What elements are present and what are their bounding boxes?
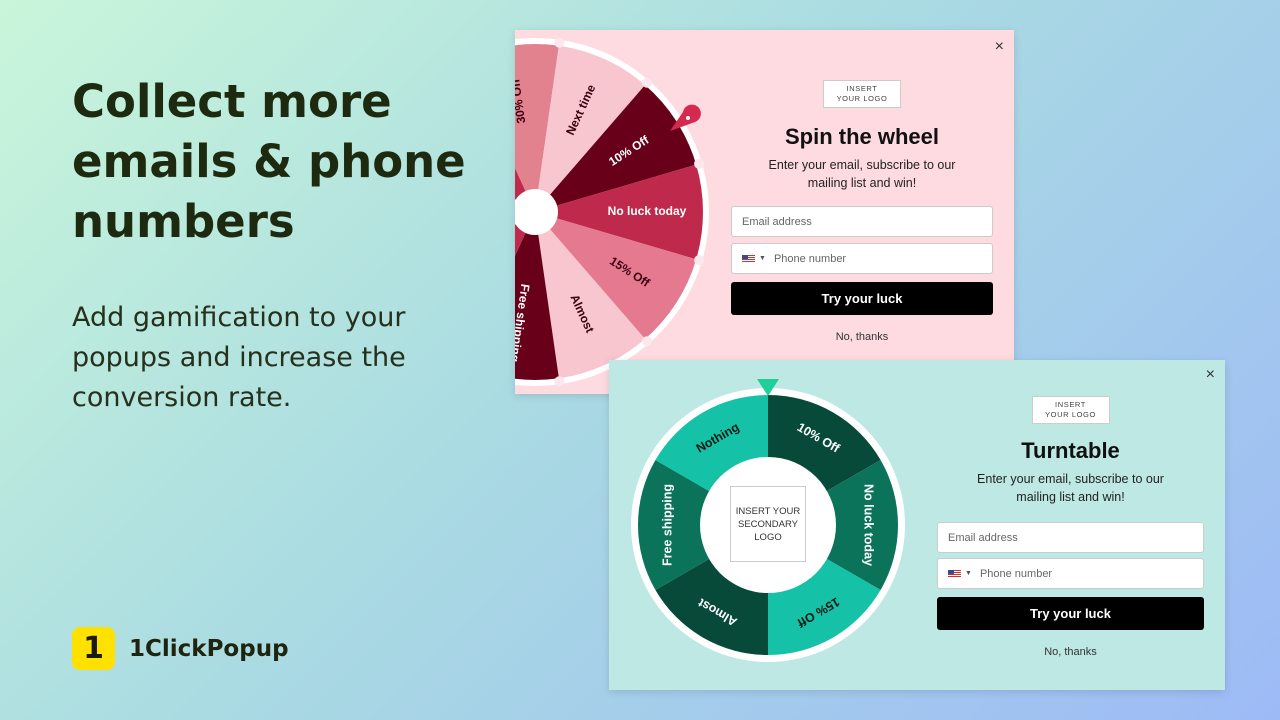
no-thanks-link[interactable]: No, thanks xyxy=(1044,646,1097,658)
wheel-peg xyxy=(694,158,705,169)
wheel-label: No luck today xyxy=(862,484,876,566)
pointer-dot xyxy=(686,116,690,120)
wheel-peg xyxy=(694,255,705,266)
turntable-popup: 10% Off No luck today 15% Off Almost Free sh… xyxy=(609,360,1225,690)
us-flag-icon[interactable] xyxy=(948,569,961,578)
us-flag-icon[interactable] xyxy=(742,254,755,263)
no-thanks-link[interactable]: No, thanks xyxy=(836,331,889,343)
logo-placeholder: INSERT YOUR LOGO xyxy=(823,80,901,108)
wheel-peg xyxy=(641,77,652,88)
brand-name: 1ClickPopup xyxy=(129,635,289,662)
caret-down-icon[interactable]: ▼ xyxy=(965,570,972,577)
popup-title: Spin the wheel xyxy=(784,124,940,149)
wheel-peg xyxy=(641,336,652,347)
logo-placeholder: INSERT YOUR LOGO xyxy=(1031,396,1110,424)
phone-placeholder: Phone number xyxy=(979,567,1053,580)
close-icon[interactable]: × xyxy=(995,38,1004,56)
email-input[interactable]: Email address xyxy=(731,206,993,237)
caret-down-icon[interactable]: ▼ xyxy=(759,255,766,262)
phone-placeholder: Phone number xyxy=(773,252,847,265)
email-input[interactable]: Email address xyxy=(937,522,1204,553)
wheel-label: No luck today xyxy=(608,204,687,218)
phone-input[interactable]: ▼ Phone number xyxy=(731,243,993,274)
try-your-luck-button[interactable]: Try your luck xyxy=(731,282,993,315)
headline: Collect more emails & phone numbers xyxy=(72,75,466,248)
wheel-peg xyxy=(554,37,565,48)
brand-logo: 1 1ClickPopup xyxy=(72,627,289,670)
brand-mark: 1 xyxy=(72,627,115,670)
subtitle: Add gamification to your popups and incr… xyxy=(72,302,406,413)
popup-description: Enter your email, subscribe to our maili… xyxy=(977,472,1164,504)
spin-wheel-popup: 30% Off Next time 10% Off No luck today 15% … xyxy=(515,30,1014,394)
phone-input[interactable]: ▼ Phone number xyxy=(937,558,1204,589)
secondary-logo-placeholder: INSERT YOUR SECONDARY LOGO xyxy=(730,486,806,562)
wheel-peg xyxy=(554,376,565,387)
popup-title: Turntable xyxy=(1021,438,1120,463)
try-your-luck-button[interactable]: Try your luck xyxy=(937,597,1204,630)
close-icon[interactable]: × xyxy=(1206,366,1215,384)
wheel-label: Free shipping xyxy=(660,484,674,566)
popup-description: Enter your email, subscribe to our maili… xyxy=(768,158,956,190)
